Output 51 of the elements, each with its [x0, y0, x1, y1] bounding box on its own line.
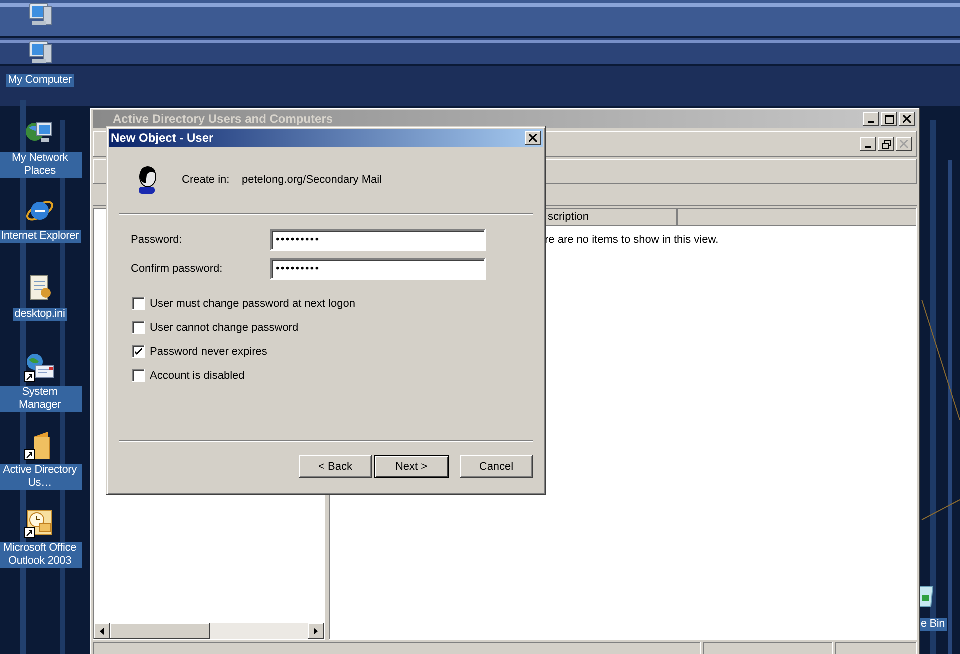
- password-field[interactable]: •••••••••: [270, 229, 486, 251]
- dialog-title: New Object - User: [111, 131, 214, 145]
- dialog-button[interactable]: Next >: [374, 455, 449, 478]
- right-arrow-icon: [314, 628, 318, 634]
- scroll-thumb[interactable]: [110, 623, 210, 639]
- maximize-icon: [884, 114, 894, 124]
- icon-label[interactable]: My Network Places: [0, 152, 82, 178]
- icon-label[interactable]: desktop.ini: [12, 308, 68, 321]
- left-arrow-icon: [100, 628, 104, 634]
- restore-button[interactable]: [878, 137, 894, 151]
- checkmark-icon: [135, 348, 142, 355]
- icon-label[interactable]: My Computer: [6, 74, 74, 87]
- scroll-right-button[interactable]: [308, 623, 324, 639]
- shortcut-arrow-icon: [24, 528, 36, 538]
- checkbox-label[interactable]: Password never expires: [150, 346, 268, 358]
- close-button[interactable]: [896, 137, 912, 151]
- checkbox-label[interactable]: User cannot change password: [150, 322, 299, 334]
- icon-label[interactable]: Active Directory Us…: [0, 464, 82, 490]
- horizontal-scrollbar[interactable]: [94, 623, 324, 639]
- shortcut-arrow-icon: [24, 372, 36, 382]
- scroll-left-button[interactable]: [94, 623, 110, 639]
- checkbox[interactable]: [132, 297, 145, 310]
- checkbox-label[interactable]: User must change password at next logon: [150, 298, 356, 310]
- checkbox-label[interactable]: Account is disabled: [150, 370, 245, 382]
- mail-globe-icon[interactable]: [24, 351, 56, 383]
- close-icon: [903, 115, 911, 123]
- shortcut-arrow-icon: [24, 450, 36, 460]
- password-field[interactable]: •••••••••: [270, 258, 486, 280]
- field-label: Password:: [131, 234, 184, 246]
- window-title: Active Directory Users and Computers: [112, 112, 334, 126]
- icon-label[interactable]: e Bin: [919, 618, 948, 631]
- dialog-button[interactable]: Cancel: [460, 455, 533, 478]
- checkbox[interactable]: [132, 345, 145, 358]
- minimize-button[interactable]: [860, 137, 876, 151]
- icon-label[interactable]: Microsoft Office Outlook 2003: [0, 542, 82, 568]
- minimize-button[interactable]: [863, 112, 879, 126]
- close-icon: [900, 140, 908, 148]
- checkbox[interactable]: [132, 321, 145, 334]
- close-button[interactable]: [525, 131, 541, 145]
- close-icon: [529, 134, 537, 142]
- close-button[interactable]: [899, 112, 915, 126]
- icon-label[interactable]: System Manager: [0, 386, 82, 412]
- restore-icon: [882, 140, 890, 148]
- icon-label[interactable]: Internet Explorer: [0, 230, 81, 243]
- dialog-button[interactable]: < Back: [299, 455, 372, 478]
- field-label: Confirm password:: [131, 263, 224, 275]
- container-path: petelong.org/Secondary Mail: [242, 174, 382, 186]
- maximize-button[interactable]: [881, 112, 897, 126]
- create-in-label: Create in:: [182, 174, 231, 186]
- empty-message: re are no items to show in this view.: [545, 234, 720, 246]
- checkbox[interactable]: [132, 369, 145, 382]
